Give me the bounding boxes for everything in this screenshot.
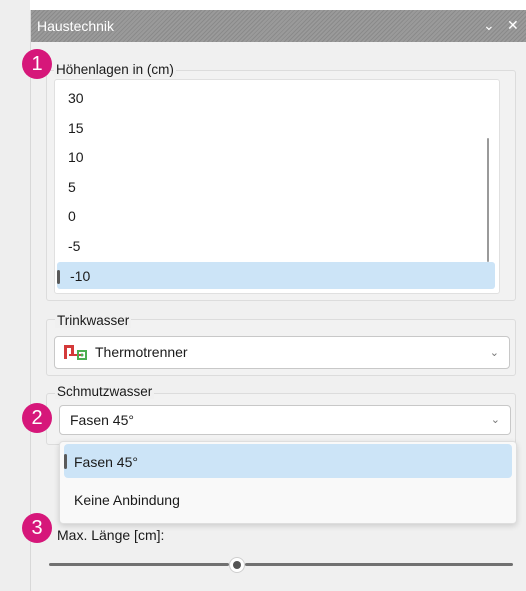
slider-thumb[interactable] bbox=[229, 557, 245, 573]
schmutzwasser-value: Fasen 45° bbox=[70, 412, 134, 428]
thermotrenner-icon bbox=[63, 342, 89, 362]
dropdown-option-keine-anbindung[interactable]: Keine Anbindung bbox=[64, 482, 512, 516]
max-length-label: Max. Länge [cm]: bbox=[57, 527, 165, 543]
chevron-down-icon[interactable]: ⌄ bbox=[483, 17, 495, 33]
list-scrollbar[interactable] bbox=[487, 138, 489, 262]
selection-indicator bbox=[57, 270, 60, 284]
chevron-down-icon: ⌄ bbox=[489, 347, 499, 359]
slider-thumb-dot bbox=[233, 561, 241, 569]
background-area bbox=[0, 0, 30, 591]
schmutzwasser-select[interactable]: Fasen 45° ⌄ bbox=[59, 405, 511, 435]
panel-titlebar: Haustechnik ⌄ ✕ bbox=[31, 10, 526, 42]
slider-track-filled[interactable] bbox=[49, 563, 229, 566]
callout-badge-2: 2 bbox=[22, 403, 52, 433]
selection-indicator bbox=[64, 454, 67, 469]
chevron-down-icon: ⌄ bbox=[490, 414, 500, 426]
list-item[interactable]: 10 bbox=[55, 143, 495, 170]
schmutzwasser-dropdown: Fasen 45° Keine Anbindung bbox=[59, 441, 517, 524]
list-item[interactable]: 0 bbox=[55, 202, 495, 229]
list-item[interactable]: -5 bbox=[55, 232, 495, 259]
list-item-selected[interactable]: -10 bbox=[57, 262, 495, 289]
slider-track[interactable] bbox=[245, 563, 513, 566]
close-icon[interactable]: ✕ bbox=[507, 17, 519, 33]
schmutzwasser-label: Schmutzwasser bbox=[55, 384, 155, 399]
list-item[interactable]: 30 bbox=[55, 84, 495, 111]
trinkwasser-value: Thermotrenner bbox=[95, 344, 188, 360]
callout-badge-3: 3 bbox=[22, 513, 52, 543]
list-item[interactable]: 15 bbox=[55, 114, 495, 141]
dropdown-option-fasen[interactable]: Fasen 45° bbox=[64, 444, 512, 478]
heights-group-label: Höhenlagen in (cm) bbox=[54, 62, 176, 77]
trinkwasser-select[interactable]: Thermotrenner ⌄ bbox=[54, 336, 510, 369]
panel-title: Haustechnik bbox=[37, 18, 115, 34]
callout-badge-1: 1 bbox=[22, 49, 52, 79]
trinkwasser-label: Trinkwasser bbox=[55, 313, 132, 328]
list-item[interactable]: 5 bbox=[55, 173, 495, 200]
heights-listbox[interactable]: 30 15 10 5 0 -5 -10 bbox=[54, 79, 500, 294]
